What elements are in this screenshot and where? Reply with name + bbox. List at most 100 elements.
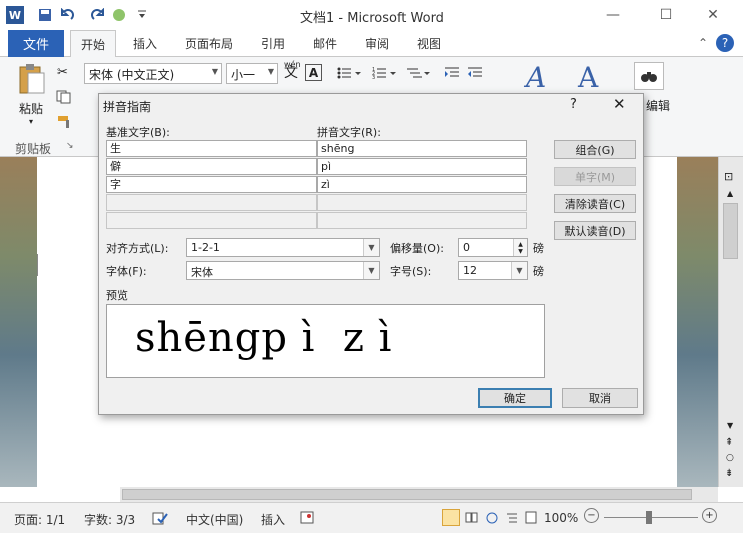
zoom-in-icon[interactable]: + — [702, 508, 717, 523]
format-painter-icon[interactable] — [57, 115, 73, 132]
quick-styles-icon[interactable]: A — [526, 61, 546, 94]
font-value: 宋体 — [191, 266, 213, 279]
character-border-icon[interactable]: A — [305, 64, 322, 81]
previous-page-icon[interactable]: ⇞ — [725, 437, 733, 448]
cut-icon[interactable]: ✂ — [57, 65, 68, 80]
bullets-icon[interactable] — [337, 66, 363, 83]
tab-file[interactable]: 文件 — [8, 30, 64, 57]
numbering-icon[interactable]: 123 — [372, 66, 398, 83]
phonetic-guide-icon[interactable]: wén 文 — [284, 60, 301, 80]
next-page-icon[interactable]: ⇟ — [725, 468, 733, 479]
offset-spinner[interactable]: 0 ▲ ▼ — [458, 238, 528, 257]
paste-icon[interactable] — [18, 63, 46, 95]
vertical-scroll-thumb[interactable] — [723, 203, 738, 259]
insert-mode-indicator[interactable]: 插入 — [261, 511, 285, 528]
help-icon[interactable]: ? — [716, 34, 734, 52]
size-unit: 磅 — [533, 265, 544, 278]
close-button[interactable]: ✕ — [698, 4, 728, 26]
draft-view-icon[interactable] — [524, 511, 538, 527]
redo-icon[interactable] — [90, 6, 106, 24]
preview-box: shēngp ì z ì 生僻字 — [106, 304, 545, 378]
maximize-button[interactable]: ☐ — [651, 4, 681, 26]
spinner-arrows-icon[interactable]: ▲ ▼ — [513, 239, 527, 256]
group-button[interactable]: 组合(G) — [554, 140, 636, 159]
margin-marker — [37, 254, 38, 276]
font-name-combo[interactable]: 宋体 (中文正文) ▼ — [84, 63, 222, 84]
mono-button[interactable]: 单字(M) — [554, 167, 636, 186]
size-label: 字号(S): — [390, 265, 432, 278]
tab-mailings[interactable]: 邮件 — [313, 35, 337, 52]
full-screen-reading-icon[interactable] — [465, 511, 479, 527]
change-styles-icon[interactable]: A — [578, 61, 598, 94]
ok-button[interactable]: 确定 — [478, 388, 552, 408]
offset-unit: 磅 — [533, 242, 544, 255]
ruby-text-cell[interactable]: shēng — [317, 140, 527, 157]
chevron-down-icon: ▼ — [363, 239, 379, 256]
ruby-text-cell — [317, 194, 527, 211]
floppy-disk-icon[interactable] — [36, 6, 54, 24]
customize-icon[interactable] — [136, 6, 148, 24]
dialog-help-button[interactable]: ? — [570, 97, 577, 112]
default-reading-button[interactable]: 默认读音(D) — [554, 221, 636, 240]
base-text-cell[interactable]: 僻 — [106, 158, 317, 175]
multilevel-list-icon[interactable] — [406, 66, 432, 83]
zoom-out-icon[interactable]: − — [584, 508, 599, 523]
cancel-button[interactable]: 取消 — [562, 388, 638, 408]
base-text-cell[interactable]: 字 — [106, 176, 317, 193]
tab-review[interactable]: 审阅 — [365, 35, 389, 52]
base-text-cell[interactable]: 生 — [106, 140, 317, 157]
font-size-combo[interactable]: 小一 ▼ — [226, 63, 278, 84]
tab-insert[interactable]: 插入 — [133, 35, 157, 52]
zoom-level[interactable]: 100% — [544, 511, 578, 525]
scroll-up-icon[interactable]: ▲ — [727, 189, 733, 198]
ruby-text-cell — [317, 212, 527, 229]
scroll-down-icon[interactable]: ▼ — [727, 421, 733, 430]
ruler-toggle-icon[interactable]: ⊡ — [724, 170, 733, 183]
base-text-label: 基准文字(B): — [106, 126, 170, 139]
binoculars-icon[interactable] — [634, 62, 664, 90]
print-layout-view-icon[interactable] — [442, 509, 460, 526]
dialog-title: 拼音指南 — [103, 100, 152, 114]
size-select[interactable]: 12 ▼ — [458, 261, 528, 280]
tab-references[interactable]: 引用 — [261, 35, 285, 52]
chevron-down-icon: ▼ — [211, 67, 218, 76]
font-size-value: 小一 — [231, 68, 256, 82]
collapse-ribbon-icon[interactable]: ⌃ — [694, 34, 712, 52]
word-count[interactable]: 字数: 3/3 — [84, 511, 135, 528]
paste-dropdown-icon[interactable]: ▾ — [29, 117, 33, 126]
proofing-icon[interactable] — [152, 511, 168, 528]
web-layout-view-icon[interactable] — [485, 511, 499, 527]
clipboard-launcher-icon[interactable]: ↘ — [66, 141, 74, 151]
tab-home[interactable]: 开始 — [70, 30, 117, 58]
decrease-indent-icon[interactable] — [444, 66, 460, 83]
clear-reading-button[interactable]: 清除读音(C) — [554, 194, 636, 213]
refresh-icon[interactable] — [111, 6, 127, 24]
tab-view[interactable]: 视图 — [417, 35, 441, 52]
ruby-text-cell[interactable]: pì — [317, 158, 527, 175]
clipboard-group-label: 剪贴板 — [15, 142, 52, 156]
minimize-button[interactable]: — — [598, 4, 628, 26]
outline-view-icon[interactable] — [505, 511, 519, 527]
dialog-close-button[interactable]: ✕ — [613, 95, 626, 113]
paste-button[interactable]: 粘贴 — [19, 100, 43, 117]
font-select[interactable]: 宋体 ▼ — [186, 261, 380, 280]
macro-record-icon[interactable] — [300, 511, 314, 527]
browse-object-icon[interactable]: ○ — [726, 453, 734, 463]
chevron-down-icon: ▼ — [267, 67, 274, 76]
preview-base-text: 生僻字 — [167, 365, 497, 377]
alignment-select[interactable]: 1-2-1 ▼ — [186, 238, 380, 257]
copy-icon[interactable] — [56, 90, 72, 107]
undo-icon[interactable] — [58, 6, 76, 24]
font-name-value: 宋体 (中文正文) — [89, 68, 175, 82]
increase-indent-icon[interactable] — [467, 66, 483, 83]
language-indicator[interactable]: 中文(中国) — [186, 511, 243, 528]
editing-group-label: 编辑 — [646, 99, 671, 113]
page-count[interactable]: 页面: 1/1 — [14, 511, 65, 528]
ruby-text-cell[interactable]: zì — [317, 176, 527, 193]
tab-page-layout[interactable]: 页面布局 — [185, 35, 233, 52]
vertical-scrollbar[interactable]: ⊡ ▲ ▼ ⇞ ○ ⇟ — [718, 157, 743, 487]
zoom-slider-thumb[interactable] — [646, 511, 652, 524]
ruby-text-label: 拼音文字(R): — [317, 126, 381, 139]
svg-text:3: 3 — [372, 75, 375, 80]
window-title: 文档1 - Microsoft Word — [300, 11, 444, 26]
